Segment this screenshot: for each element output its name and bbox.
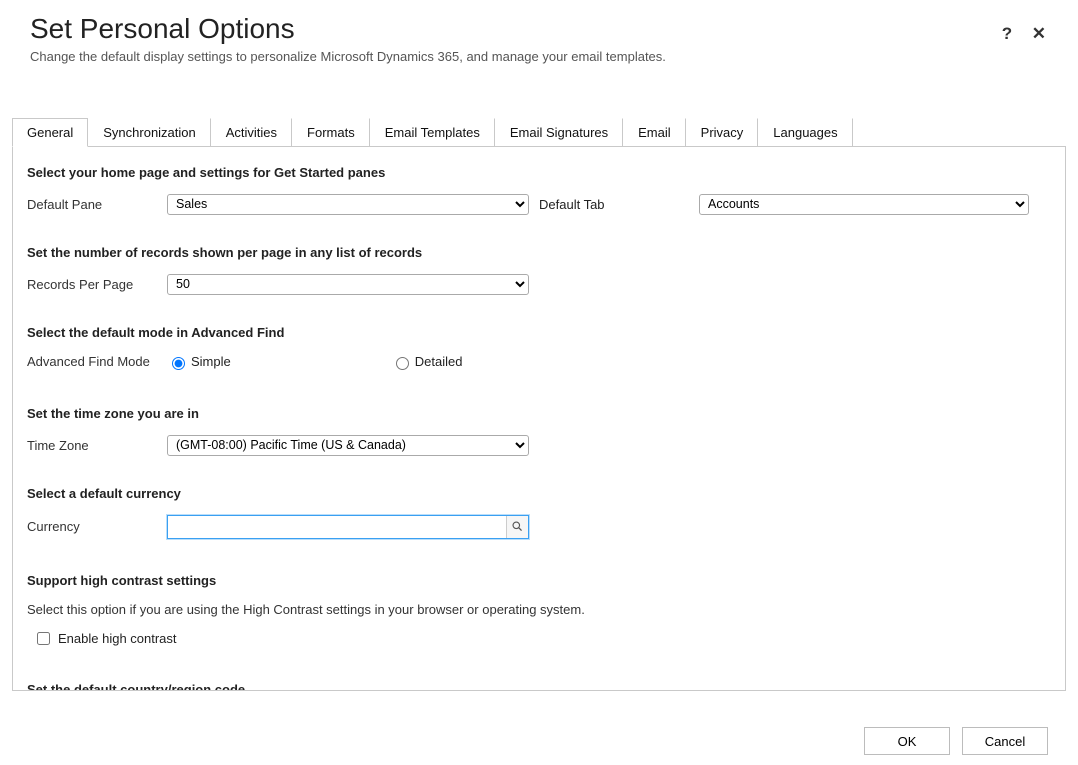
general-tab-content: Select your home page and settings for G…	[13, 147, 1065, 691]
radio-simple-wrap[interactable]: Simple	[167, 354, 231, 370]
select-default-tab[interactable]: Accounts	[699, 194, 1029, 215]
section-currency-heading: Select a default currency	[27, 486, 1051, 501]
checkbox-enable-high-contrast-label: Enable high contrast	[58, 631, 177, 646]
dialog-subtitle: Change the default display settings to p…	[30, 49, 1048, 64]
high-contrast-hint: Select this option if you are using the …	[27, 602, 1051, 617]
currency-input[interactable]	[168, 516, 506, 538]
lookup-icon	[511, 520, 524, 533]
tabs-bar: General Synchronization Activities Forma…	[12, 118, 1066, 147]
tab-privacy[interactable]: Privacy	[686, 118, 759, 146]
close-icon[interactable]: ✕	[1032, 24, 1046, 44]
section-country-code-heading: Set the default country/region code	[27, 682, 1051, 691]
dialog-header: Set Personal Options Change the default …	[0, 0, 1078, 72]
top-icons: ? ✕	[986, 24, 1046, 44]
row-enable-high-contrast: Enable high contrast	[33, 629, 1051, 648]
content-scroll-area[interactable]: Select your home page and settings for G…	[12, 147, 1066, 691]
section-timezone-heading: Set the time zone you are in	[27, 406, 1051, 421]
label-default-tab: Default Tab	[539, 197, 699, 212]
field-records-per-page: 50	[167, 274, 529, 295]
select-records-per-page[interactable]: 50	[167, 274, 529, 295]
radio-simple-label: Simple	[191, 354, 231, 369]
field-currency	[167, 515, 529, 539]
tab-languages[interactable]: Languages	[758, 118, 852, 146]
label-default-pane: Default Pane	[27, 197, 167, 212]
label-currency: Currency	[27, 519, 167, 534]
radio-detailed-wrap[interactable]: Detailed	[391, 354, 463, 370]
field-advanced-find-mode: Simple Detailed	[167, 354, 462, 370]
cancel-button[interactable]: Cancel	[962, 727, 1048, 755]
section-homepage-heading: Select your home page and settings for G…	[27, 165, 1051, 180]
row-default-pane: Default Pane Sales Default Tab Accounts	[27, 194, 1051, 215]
help-icon[interactable]: ?	[1002, 24, 1012, 44]
row-currency: Currency	[27, 515, 1051, 539]
currency-lookup-button[interactable]	[506, 516, 528, 538]
section-records-heading: Set the number of records shown per page…	[27, 245, 1051, 260]
ok-button[interactable]: OK	[864, 727, 950, 755]
label-timezone: Time Zone	[27, 438, 167, 453]
field-default-pane: Sales	[167, 194, 529, 215]
tab-activities[interactable]: Activities	[211, 118, 292, 146]
row-records-per-page: Records Per Page 50	[27, 274, 1051, 295]
select-timezone[interactable]: (GMT-08:00) Pacific Time (US & Canada)	[167, 435, 529, 456]
radio-simple[interactable]	[172, 357, 185, 370]
radio-detailed[interactable]	[396, 357, 409, 370]
section-advanced-find-heading: Select the default mode in Advanced Find	[27, 325, 1051, 340]
tab-email-templates[interactable]: Email Templates	[370, 118, 495, 146]
tab-formats[interactable]: Formats	[292, 118, 370, 146]
field-default-tab: Accounts	[699, 194, 1029, 215]
tab-general[interactable]: General	[12, 118, 88, 147]
radio-detailed-label: Detailed	[415, 354, 463, 369]
checkbox-enable-high-contrast[interactable]	[37, 632, 50, 645]
tab-email-signatures[interactable]: Email Signatures	[495, 118, 623, 146]
row-timezone: Time Zone (GMT-08:00) Pacific Time (US &…	[27, 435, 1051, 456]
field-timezone: (GMT-08:00) Pacific Time (US & Canada)	[167, 435, 529, 456]
dialog-footer: OK Cancel	[864, 727, 1048, 755]
dialog-title: Set Personal Options	[30, 14, 1048, 45]
currency-lookup-box	[167, 515, 529, 539]
tab-email[interactable]: Email	[623, 118, 686, 146]
tab-synchronization[interactable]: Synchronization	[88, 118, 211, 146]
section-high-contrast-heading: Support high contrast settings	[27, 573, 1051, 588]
label-records-per-page: Records Per Page	[27, 277, 167, 292]
label-advanced-find-mode: Advanced Find Mode	[27, 354, 167, 369]
row-advanced-find-mode: Advanced Find Mode Simple Detailed	[27, 354, 1051, 370]
select-default-pane[interactable]: Sales	[167, 194, 529, 215]
